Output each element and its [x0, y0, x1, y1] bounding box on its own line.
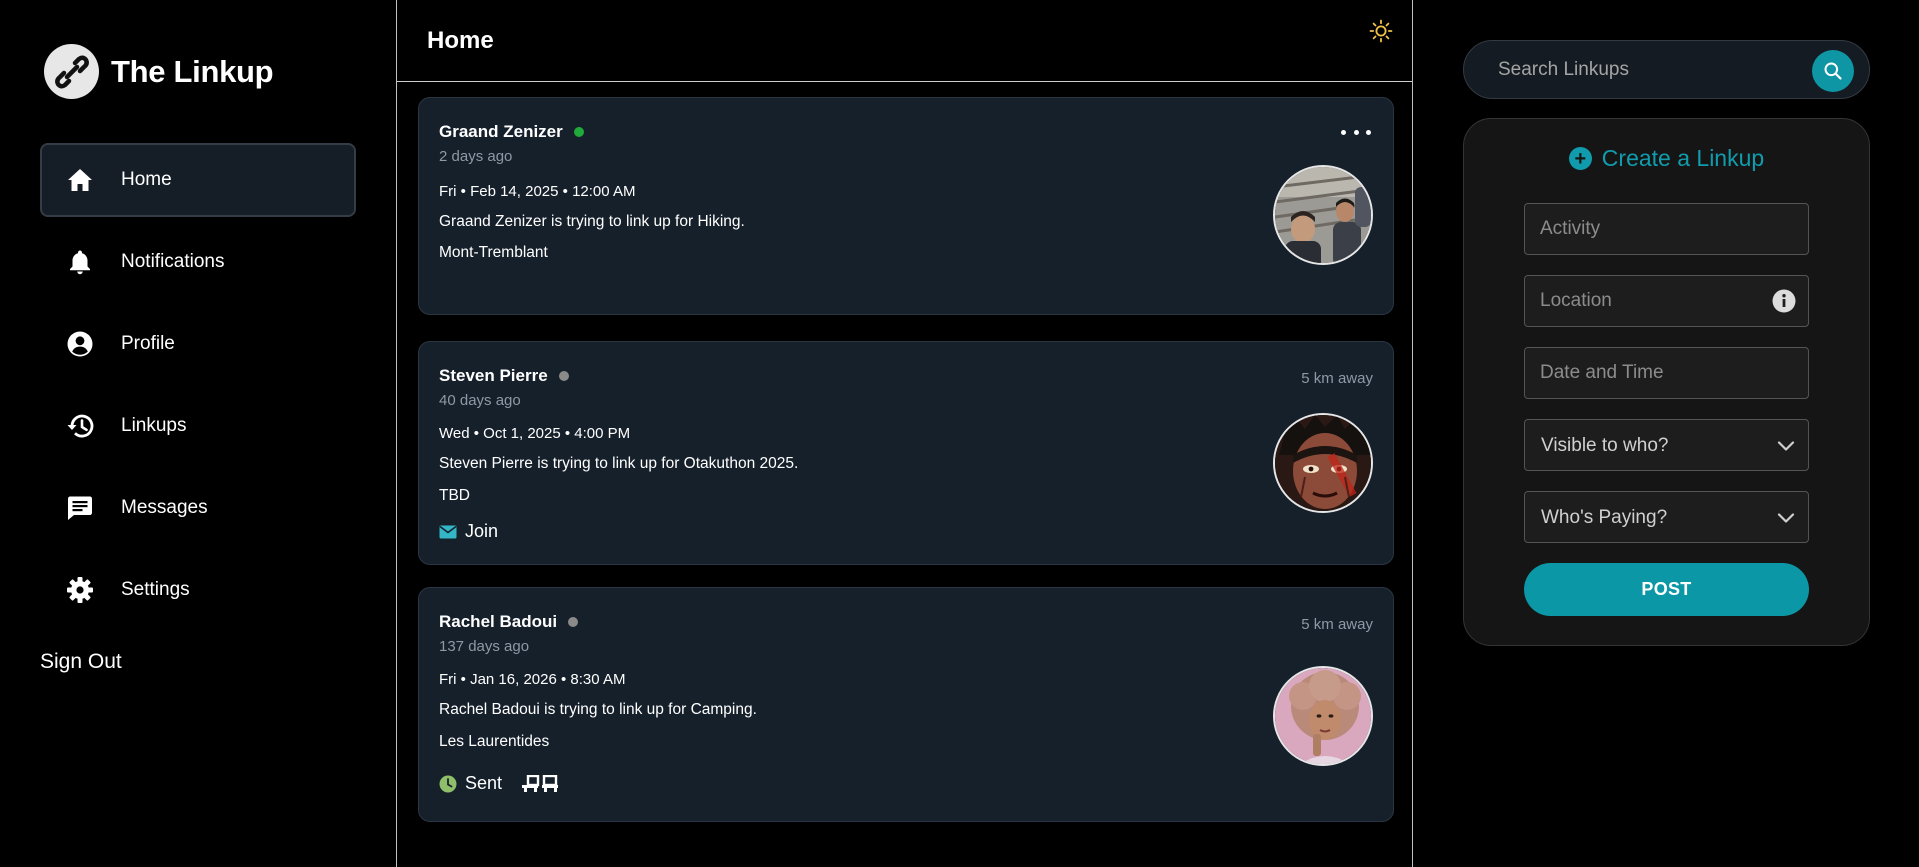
- post-author[interactable]: Graand Zenizer: [439, 122, 584, 142]
- author-avatar[interactable]: [1273, 666, 1373, 766]
- author-avatar[interactable]: [1273, 165, 1373, 265]
- post-author[interactable]: Steven Pierre: [439, 366, 569, 386]
- brand-name: The Linkup: [111, 53, 274, 89]
- main-nav: Home Notifications Profile Linkups Messa…: [40, 143, 356, 635]
- payer-select[interactable]: Who's Paying?: [1524, 491, 1809, 543]
- nav-item-home[interactable]: Home: [40, 143, 356, 217]
- post-date: Wed • Oct 1, 2025 • 4:00 PM: [439, 425, 631, 442]
- linkup-post-card[interactable]: Rachel Badoui 137 days ago 5 km away Fri…: [418, 587, 1394, 822]
- bell-icon: [64, 246, 96, 278]
- request-sent-status: Sent: [439, 773, 568, 794]
- post-location: Les Laurentides: [439, 733, 550, 750]
- feed-header: Home: [397, 0, 1412, 82]
- join-button[interactable]: Join: [439, 521, 498, 542]
- post-description: Graand Zenizer is trying to link up for …: [439, 213, 745, 230]
- linkup-post-card[interactable]: Steven Pierre 40 days ago 5 km away Wed …: [418, 341, 1394, 565]
- post-date: Fri • Jan 16, 2026 • 8:30 AM: [439, 671, 626, 688]
- author-avatar[interactable]: [1273, 413, 1373, 513]
- location-field: [1524, 275, 1809, 327]
- location-input[interactable]: [1525, 276, 1808, 326]
- search-input[interactable]: [1498, 55, 1798, 85]
- post-distance: 5 km away: [1301, 370, 1373, 387]
- nav-label-settings: Settings: [121, 579, 190, 600]
- post-description: Rachel Badoui is trying to link up for C…: [439, 701, 757, 718]
- sign-out-link[interactable]: Sign Out: [40, 650, 122, 674]
- chevron-down-icon: [1776, 436, 1796, 461]
- datetime-input[interactable]: [1525, 348, 1808, 398]
- search-bar: [1463, 40, 1870, 99]
- create-linkup-heading[interactable]: + Create a Linkup: [1464, 145, 1869, 172]
- sent-label: Sent: [465, 773, 503, 793]
- payer-select-value: Who's Paying?: [1541, 507, 1668, 528]
- plus-circle-icon: +: [1568, 147, 1592, 170]
- visibility-select-value: Visible to who?: [1541, 435, 1669, 456]
- visibility-select[interactable]: Visible to who?: [1524, 419, 1809, 471]
- search-button[interactable]: [1812, 50, 1854, 92]
- post-date: Fri • Feb 14, 2025 • 12:00 AM: [439, 183, 636, 200]
- envelope-icon: [439, 525, 457, 538]
- post-button[interactable]: POST: [1524, 563, 1809, 616]
- clock-icon: [439, 775, 457, 792]
- nav-label-notifications: Notifications: [121, 251, 225, 272]
- post-description: Steven Pierre is trying to link up for O…: [439, 455, 799, 472]
- post-time-ago: 137 days ago: [439, 638, 530, 655]
- post-time-ago: 2 days ago: [439, 148, 513, 165]
- nav-item-linkups[interactable]: Linkups: [40, 389, 356, 463]
- post-location: Mont-Tremblant: [439, 244, 548, 261]
- author-name: Rachel Badoui: [439, 612, 558, 631]
- online-status-dot: [573, 127, 584, 137]
- offline-status-dot: [558, 371, 569, 381]
- nav-item-notifications[interactable]: Notifications: [40, 225, 356, 299]
- info-icon[interactable]: [1772, 289, 1796, 318]
- post-author[interactable]: Rachel Badoui: [439, 612, 579, 632]
- sidebar: The Linkup Home Notifications Profile Li…: [0, 0, 396, 867]
- post-time-ago: 40 days ago: [439, 392, 521, 409]
- nav-label-home: Home: [121, 169, 172, 190]
- profile-icon: [64, 328, 96, 360]
- nav-label-messages: Messages: [121, 497, 208, 518]
- nav-item-messages[interactable]: Messages: [40, 471, 356, 545]
- offline-status-dot: [568, 617, 579, 627]
- chevron-down-icon: [1776, 508, 1796, 533]
- datetime-field: [1524, 347, 1809, 399]
- search-icon: [1824, 62, 1842, 80]
- nav-item-settings[interactable]: Settings: [40, 553, 356, 627]
- nav-label-profile: Profile: [121, 333, 175, 354]
- linkup-logo-icon: [44, 44, 99, 99]
- author-name: Graand Zenizer: [439, 122, 563, 141]
- nav-label-linkups: Linkups: [121, 415, 187, 436]
- participant-glyph-icon: [522, 774, 568, 793]
- home-icon: [64, 164, 96, 196]
- post-distance: 5 km away: [1301, 616, 1373, 633]
- activity-field: [1524, 203, 1809, 255]
- create-linkup-title: Create a Linkup: [1601, 145, 1765, 171]
- feed-column: Home Graand Zenizer 2 days ago Fri • Feb…: [396, 0, 1413, 867]
- create-linkup-panel: + Create a Linkup Visible to who? Who's …: [1463, 118, 1870, 646]
- join-label: Join: [465, 521, 499, 541]
- brand[interactable]: The Linkup: [44, 44, 274, 99]
- post-location: TBD: [439, 487, 470, 504]
- gear-icon: [64, 574, 96, 606]
- author-name: Steven Pierre: [439, 366, 548, 385]
- message-icon: [64, 492, 96, 524]
- history-icon: [64, 410, 96, 442]
- activity-input[interactable]: [1525, 204, 1808, 254]
- nav-item-profile[interactable]: Profile: [40, 307, 356, 381]
- page-title: Home: [427, 27, 494, 54]
- linkup-post-card[interactable]: Graand Zenizer 2 days ago Fri • Feb 14, …: [418, 97, 1394, 315]
- theme-toggle-sun-icon[interactable]: [1368, 18, 1394, 44]
- more-options-icon[interactable]: [1341, 122, 1371, 142]
